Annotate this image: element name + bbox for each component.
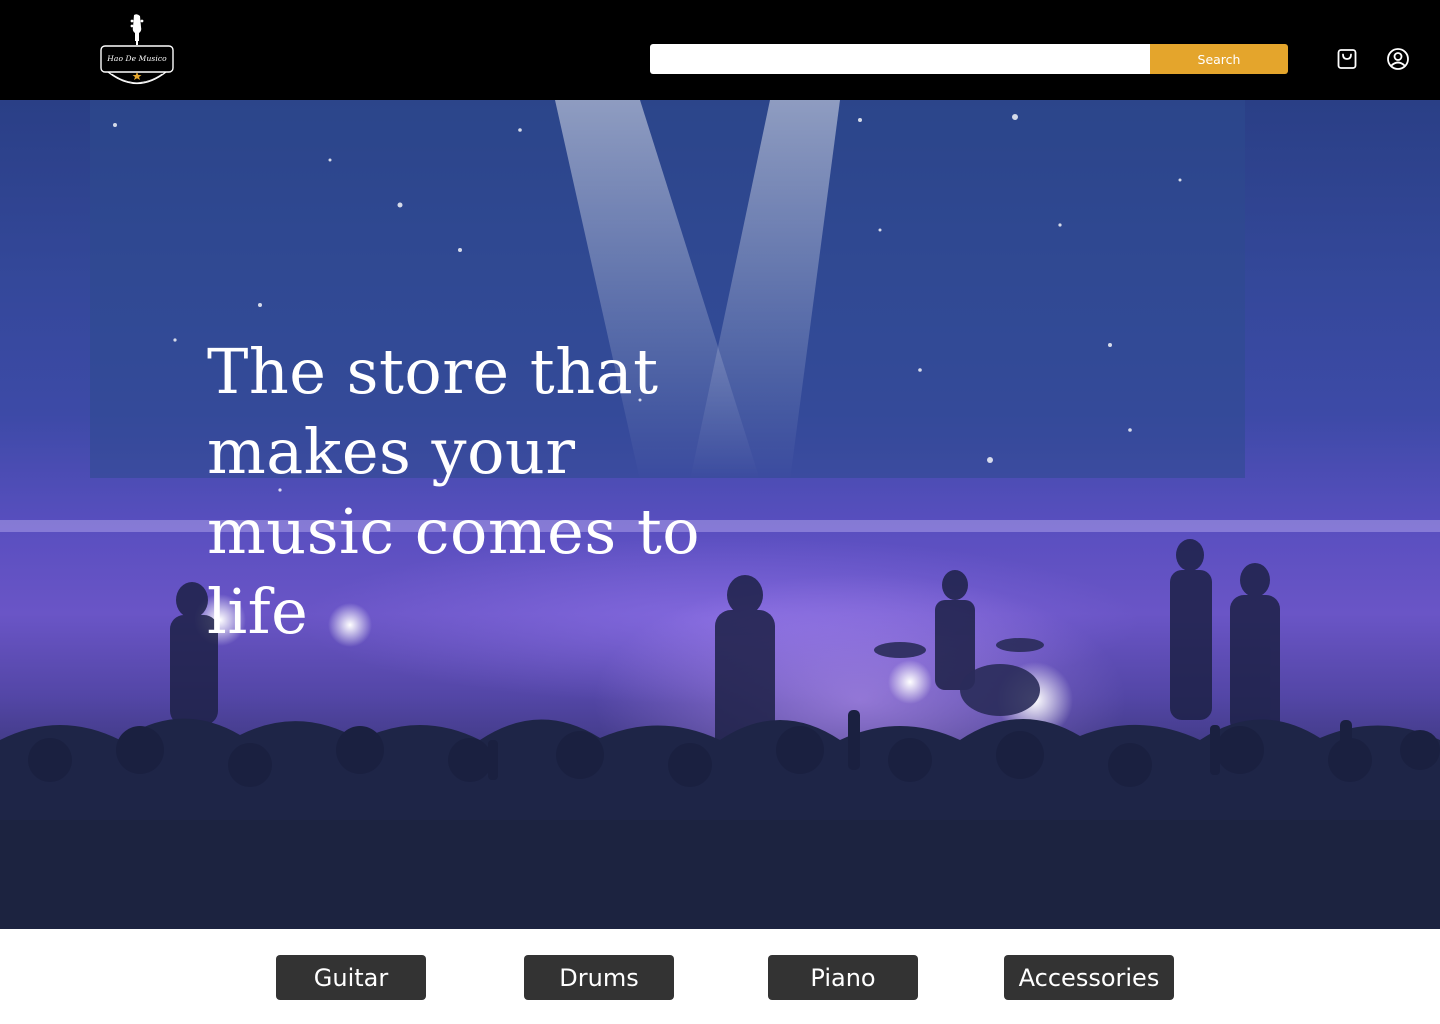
search-bar: Search bbox=[650, 44, 1288, 74]
category-guitar-button[interactable]: Guitar bbox=[276, 955, 426, 1000]
category-drums-button[interactable]: Drums bbox=[524, 955, 674, 1000]
hero-heading: The store that makes your music comes to… bbox=[207, 335, 701, 648]
search-input[interactable] bbox=[650, 44, 1150, 74]
site-header: Hao De Musico Search bbox=[0, 0, 1440, 100]
category-piano-button[interactable]: Piano bbox=[768, 955, 918, 1000]
cart-button[interactable] bbox=[1332, 44, 1362, 74]
guitar-headstock-icon bbox=[100, 14, 174, 84]
search-button[interactable]: Search bbox=[1150, 44, 1288, 74]
brand-logo[interactable]: Hao De Musico bbox=[98, 13, 176, 89]
category-accessories-button[interactable]: Accessories bbox=[1004, 955, 1174, 1000]
hero-banner: The store that makes your music comes to… bbox=[0, 100, 1440, 929]
shopping-bag-icon bbox=[1337, 49, 1357, 69]
brand-name: Hao De Musico bbox=[107, 54, 167, 63]
account-button[interactable] bbox=[1383, 44, 1413, 74]
category-nav: Guitar Drums Piano Accessories bbox=[0, 929, 1440, 1024]
user-account-icon bbox=[1387, 48, 1409, 70]
